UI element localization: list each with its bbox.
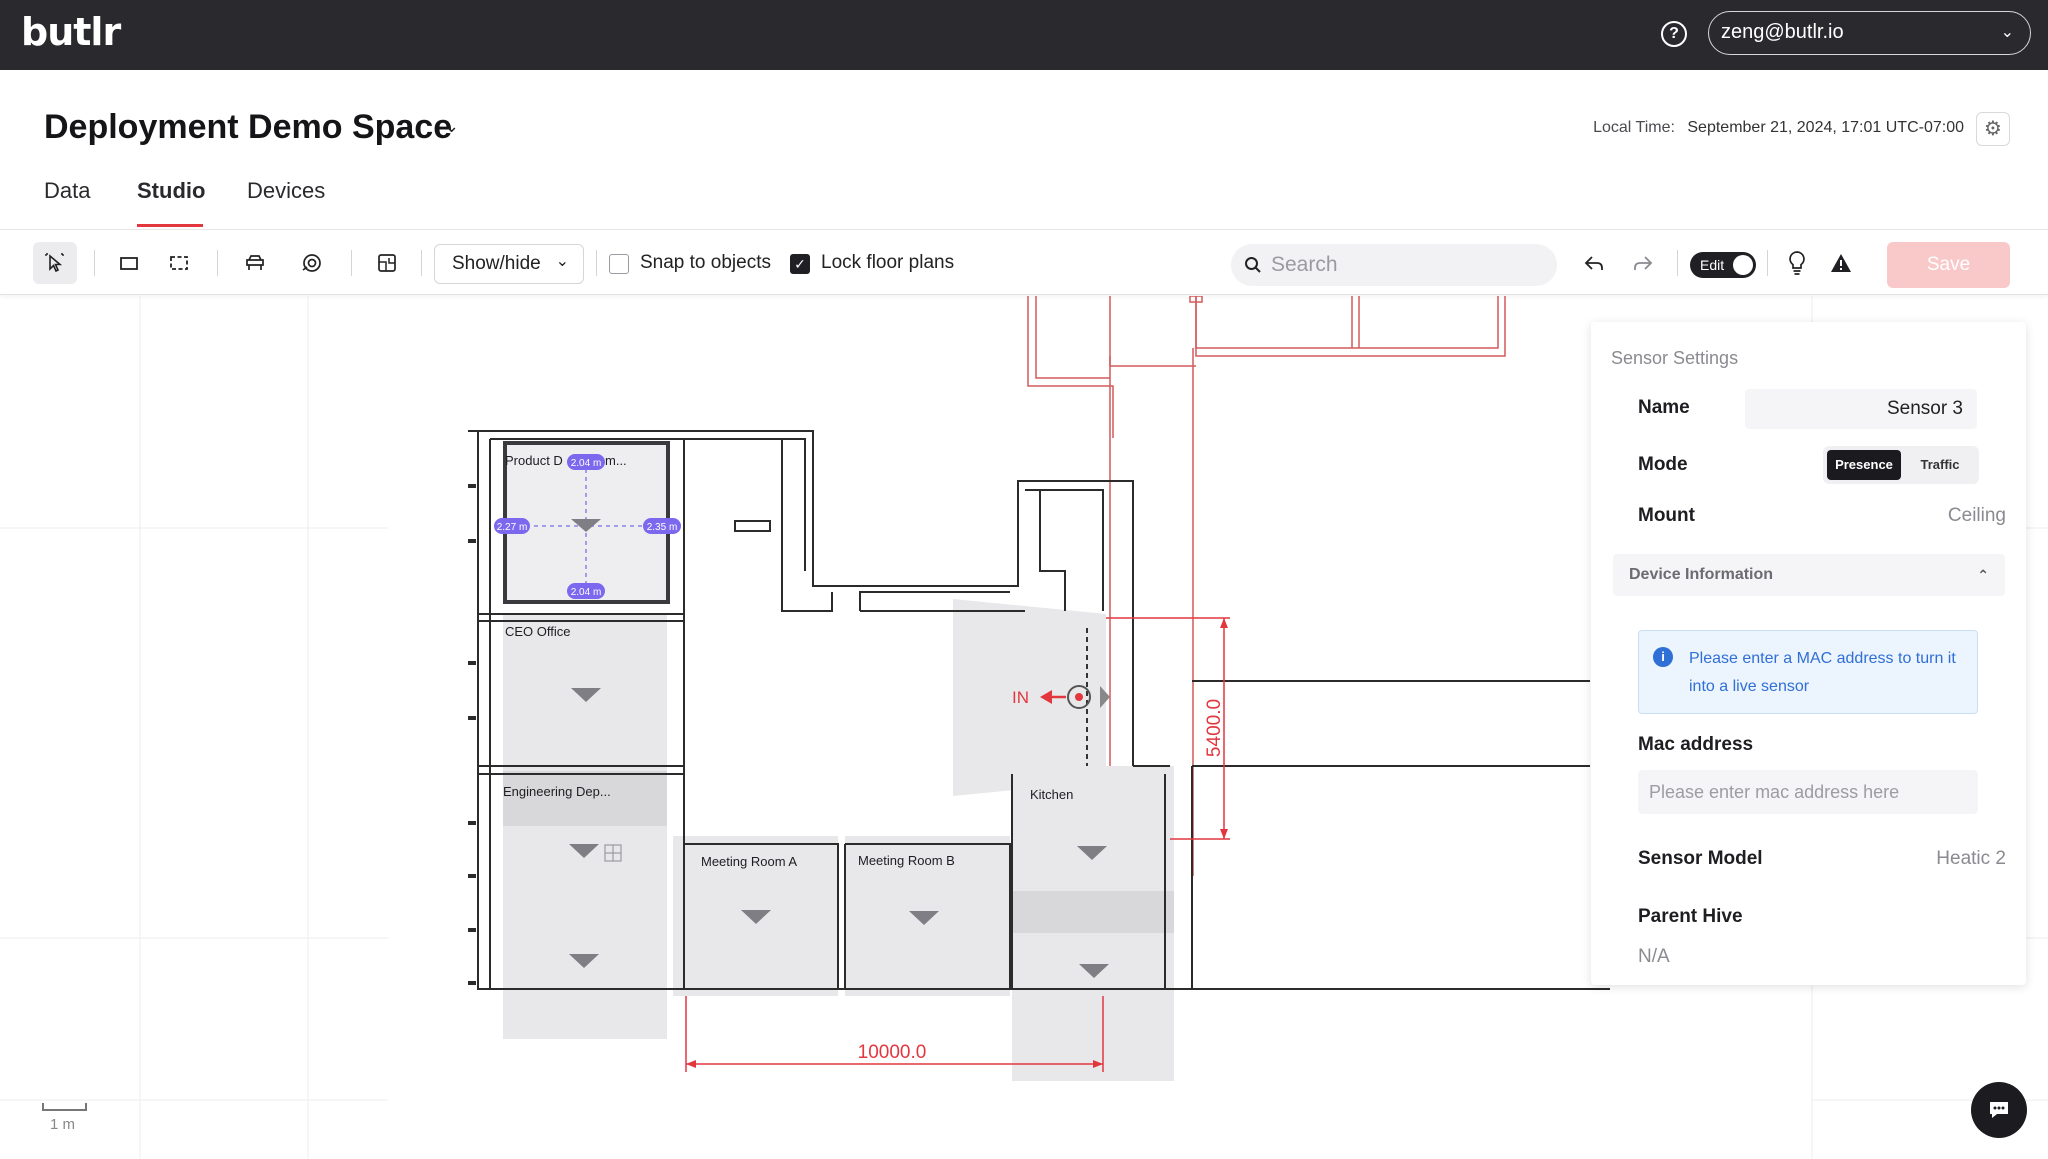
active-tab-indicator <box>137 224 203 227</box>
room-label-meeting-a: Meeting Room A <box>701 854 797 869</box>
panel-title: Sensor Settings <box>1611 348 1739 368</box>
floor-plan-tool-icon[interactable] <box>365 242 409 284</box>
search-box[interactable] <box>1231 244 1557 286</box>
mac-address-label: Mac address <box>1638 734 1754 755</box>
scale-label: 1 m <box>50 1116 76 1133</box>
device-information-label: Device Information <box>1629 566 1774 583</box>
sensor-model-value[interactable]: Heatic 2 <box>1936 848 2006 870</box>
help-circle-icon[interactable]: ? <box>1661 21 1687 47</box>
chevron-down-icon: ⌄ <box>555 253 569 270</box>
measure-bottom: 2.04 m <box>571 587 602 598</box>
toolbar-divider <box>94 250 95 276</box>
desk-tool-icon[interactable] <box>233 242 277 284</box>
sensor-name-field[interactable]: Sensor 3 <box>1745 389 1977 429</box>
sensor-model-label: Sensor Model <box>1638 848 1763 869</box>
warning-icon[interactable] <box>1819 242 1863 284</box>
measure-top: 2.04 m <box>571 458 602 469</box>
dimension-horizontal: 10000.0 <box>858 1042 927 1063</box>
parent-hive-label: Parent Hive <box>1638 906 1743 927</box>
snap-to-objects-checkbox[interactable] <box>609 254 629 274</box>
info-icon: i <box>1653 647 1673 667</box>
mount-value[interactable]: Ceiling <box>1948 505 2006 527</box>
parent-hive-value[interactable]: N/A <box>1638 946 1670 968</box>
mode-traffic-option[interactable]: Traffic <box>1905 450 1975 480</box>
mode-segmented-control: Presence Traffic <box>1823 446 1979 484</box>
mount-label: Mount <box>1638 505 1695 526</box>
user-email: zeng@butlr.io <box>1721 21 1844 43</box>
room-label-product-b: m... <box>605 453 627 468</box>
chevron-down-icon: ⌄ <box>2000 24 2014 41</box>
room-label-ceo-office: CEO Office <box>505 624 571 639</box>
lock-floor-plans-checkbox[interactable]: ✓ <box>790 254 810 274</box>
wall-markers <box>468 484 476 985</box>
show-hide-label: Show/hide <box>452 253 541 274</box>
save-button[interactable]: Save <box>1887 242 2010 288</box>
dashed-area-tool-icon[interactable] <box>157 242 201 284</box>
toggle-knob <box>1733 255 1753 275</box>
rectangle-tool-icon[interactable] <box>107 242 151 284</box>
device-information-section[interactable]: Device Information ⌃ <box>1613 554 2005 596</box>
name-label: Name <box>1638 397 1690 418</box>
toolbar-divider <box>1677 250 1678 276</box>
chevron-up-icon: ⌃ <box>1977 567 1989 583</box>
mode-presence-option[interactable]: Presence <box>1827 450 1901 480</box>
select-pointer-icon[interactable] <box>33 242 77 284</box>
edit-mode-toggle[interactable]: Edit <box>1690 252 1756 278</box>
room-label-meeting-b: Meeting Room B <box>858 853 955 868</box>
local-time-value: September 21, 2024, 17:01 UTC-07:00 <box>1687 119 1964 136</box>
toolbar-divider <box>217 250 218 276</box>
direction-in-label: IN <box>1012 688 1029 707</box>
sensor-tool-icon[interactable] <box>290 242 334 284</box>
search-input[interactable] <box>1271 244 1541 286</box>
toolbar-divider <box>351 250 352 276</box>
search-icon <box>1245 257 1261 273</box>
sensor-coverage-zones <box>503 599 1174 1081</box>
lock-floor-plans-label: Lock floor plans <box>821 252 955 273</box>
room-label-product-a: Product D <box>505 453 563 468</box>
mac-address-input[interactable] <box>1638 770 1978 814</box>
tab-devices[interactable]: Devices <box>247 178 325 204</box>
show-hide-dropdown[interactable]: Show/hide ⌄ <box>434 244 584 284</box>
space-title[interactable]: Deployment Demo Space <box>44 108 452 147</box>
dimension-vertical: 5400.0 <box>1204 699 1225 757</box>
room-label-kitchen: Kitchen <box>1030 787 1073 802</box>
undo-icon[interactable] <box>1572 242 1616 284</box>
lightbulb-icon[interactable] <box>1775 242 1819 284</box>
measure-left: 2.27 m <box>497 522 528 533</box>
edit-toggle-label: Edit <box>1700 257 1725 273</box>
butlr-logo[interactable]: butlr <box>21 10 121 54</box>
sensor-settings-panel: Sensor Settings Name Sensor 3 Mode Prese… <box>1591 322 2026 985</box>
info-message: Please enter a MAC address to turn it in… <box>1689 650 1956 695</box>
user-account-select[interactable]: zeng@butlr.io ⌄ <box>1708 11 2031 55</box>
tab-data[interactable]: Data <box>44 178 90 204</box>
chevron-down-icon[interactable]: ⌄ <box>444 116 459 137</box>
measure-right: 2.35 m <box>647 522 678 533</box>
tab-studio[interactable]: Studio <box>137 178 205 204</box>
room-label-engineering: Engineering Dep... <box>503 784 611 799</box>
mac-info-banner: i Please enter a MAC address to turn it … <box>1638 630 1978 714</box>
mode-label: Mode <box>1638 454 1688 475</box>
local-time: Local Time: September 21, 2024, 17:01 UT… <box>1593 119 1964 137</box>
gear-icon[interactable]: ⚙ <box>1976 112 2010 146</box>
local-time-label: Local Time: <box>1593 119 1675 136</box>
redo-icon[interactable] <box>1621 242 1665 284</box>
top-bar: butlr ? zeng@butlr.io ⌄ <box>0 0 2048 70</box>
toolbar-divider <box>1767 250 1768 276</box>
studio-toolbar: Show/hide ⌄ Snap to objects ✓ Lock floor… <box>0 229 2048 295</box>
chat-bubble-icon <box>1990 1102 2008 1118</box>
scale-bar <box>42 1103 87 1111</box>
chat-button[interactable] <box>1971 1082 2027 1138</box>
toolbar-divider <box>596 250 597 276</box>
toolbar-divider <box>421 250 422 276</box>
snap-to-objects-label: Snap to objects <box>640 252 771 273</box>
